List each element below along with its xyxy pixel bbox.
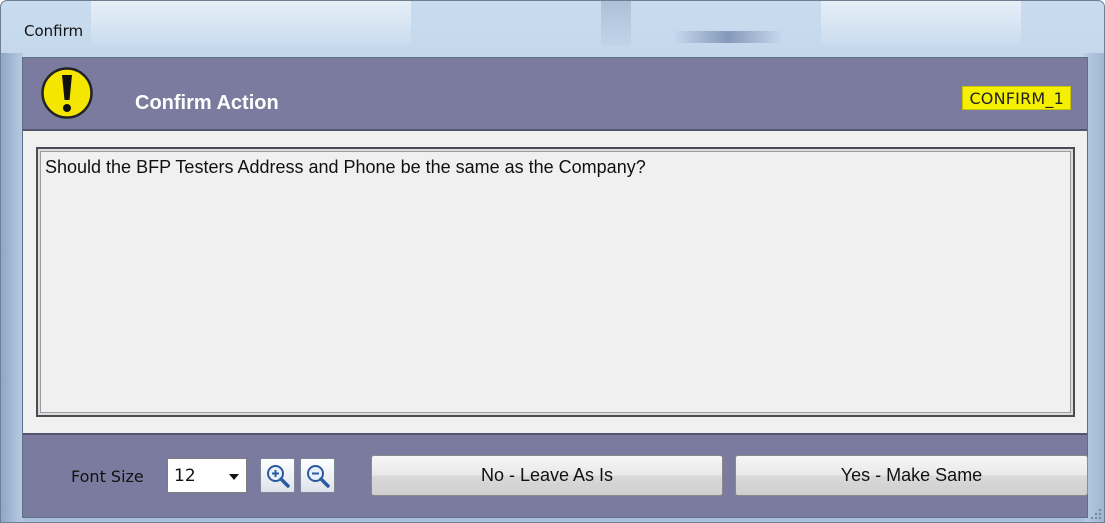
zoom-out-button[interactable]: [300, 458, 335, 493]
zoom-in-icon: [267, 465, 290, 488]
dialog-header: Confirm Action CONFIRM_1: [23, 58, 1087, 131]
dialog-heading: Confirm Action: [135, 92, 279, 114]
message-panel: Should the BFP Testers Address and Phone…: [36, 147, 1075, 417]
dialog-code-badge: CONFIRM_1: [962, 86, 1071, 110]
confirm-window: Confirm Confirm Action CONFIRM_1 Should …: [0, 0, 1105, 523]
exclamation-warning-icon: [41, 67, 93, 119]
zoom-in-button[interactable]: [260, 458, 295, 493]
zoom-out-icon: [307, 465, 330, 488]
dialog-client-area: Confirm Action CONFIRM_1 Should the BFP …: [22, 57, 1088, 518]
window-frame-left: [1, 53, 23, 522]
message-text: Should the BFP Testers Address and Phone…: [40, 151, 1071, 413]
font-size-value: 12: [174, 466, 196, 486]
resize-grip-icon[interactable]: [1086, 504, 1104, 522]
window-title: Confirm: [24, 22, 84, 40]
title-bar[interactable]: Confirm: [1, 1, 1104, 53]
font-size-select[interactable]: 12: [167, 458, 247, 493]
blurred-title-content: [673, 31, 783, 43]
no-leave-as-is-button[interactable]: No - Leave As Is: [371, 455, 723, 496]
yes-make-same-button[interactable]: Yes - Make Same: [735, 455, 1088, 496]
chevron-down-icon: [229, 474, 239, 480]
dialog-footer: Font Size 12 No - Leave As Is Yes - Make…: [23, 433, 1088, 517]
font-size-label: Font Size: [71, 467, 144, 486]
